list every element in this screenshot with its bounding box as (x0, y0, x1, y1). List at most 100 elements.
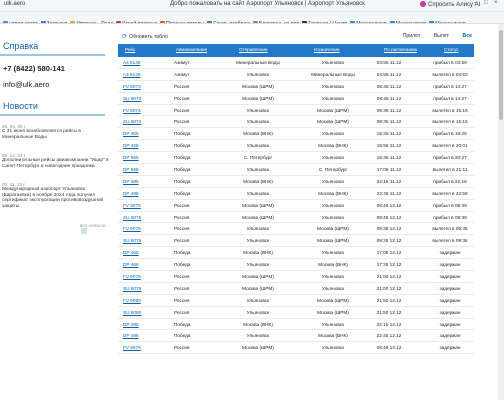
flight-number[interactable]: FV 6076 (123, 226, 141, 231)
table-row[interactable]: FV 6074 Россия Ульяновск Москва (ШРМ) 09:35 … (118, 105, 474, 117)
flight-number[interactable]: DP 465 (123, 131, 139, 136)
col-status[interactable]: Статус (444, 47, 459, 52)
news-item[interactable]: 05. 12. 24 г. Дополнительные рейсы авиак… (2, 153, 110, 169)
table-row[interactable]: DP 466 Победа Ульяновск Москва (ВНК) 17:35 1… (118, 259, 474, 272)
flight-number[interactable]: DP 565 (123, 155, 139, 160)
maximize-button[interactable]: □ (484, 0, 488, 6)
tab-arrivals[interactable]: Прилет (403, 33, 421, 39)
url-field[interactable]: ulk.aero (4, 1, 25, 7)
table-row[interactable]: FV 6073 Россия Москва (ШРМ) Ульяновск 08:45 … (118, 81, 474, 93)
airline: Победа (174, 131, 191, 137)
flight-number[interactable]: DP 466 (123, 262, 139, 267)
table-row[interactable]: DP 485 Победа Москва (ВНК) Ульяновск 22:15 1… (118, 319, 474, 331)
news-text[interactable]: Дополнительные рейсы авиакомпании "Ицар"… (2, 158, 110, 169)
news-text[interactable]: Международный аэропорт Ульяновск (Барата… (2, 187, 110, 209)
all-news-link[interactable]: все новости (80, 223, 112, 234)
scheduled-time: 09:35 12.12 (376, 238, 402, 244)
table-row[interactable]: SU 6073 Россия Москва (ШРМ) Ульяновск 08:45 … (118, 93, 474, 105)
scheduled-time: 08:45 11.12 (376, 83, 402, 89)
close-button[interactable]: × (494, 0, 498, 6)
bookmarks-bar: новая стати Загрузки Упрвада - Реда Какой п… (0, 12, 504, 24)
refresh-label: Обновить табло (129, 34, 168, 40)
flight-number[interactable]: SU 6076 (123, 238, 141, 243)
scrollbar-thumb[interactable] (499, 30, 503, 120)
departure-city: Минеральные Воды (236, 60, 280, 65)
destination-city: Ульяновск (321, 321, 345, 327)
table-row[interactable]: DP 485 Победа Москва (ВНК) Ульяновск 22:15 1… (118, 176, 474, 188)
flight-number[interactable]: DP 485 (123, 322, 139, 327)
airline: Россия (174, 95, 190, 101)
scheduled-time: 03:55 11.12 (376, 60, 402, 65)
flight-number[interactable]: SU 6075 (123, 215, 141, 220)
flight-number[interactable]: FV 6074 (123, 108, 141, 113)
tab-departures[interactable]: Вылет (434, 33, 449, 39)
flight-number[interactable]: A4 6135 (123, 60, 140, 65)
table-row[interactable]: DP 486 Победа Ульяновск Москва (ВНК) 22:45 1… (118, 188, 474, 200)
table-row[interactable]: DP 566 Победа Ульяновск С. Петербург 17:05 1… (118, 164, 474, 176)
scrollbar[interactable] (498, 24, 504, 400)
minimize-button[interactable]: – (474, 0, 477, 6)
table-row[interactable]: DP 565 Победа С. Петербург Ульяновск 16:35 1… (118, 152, 474, 165)
flight-number[interactable]: SU 6079 (123, 286, 141, 291)
scheduled-time: 17:05 11.12 (376, 167, 402, 173)
departure-city: Ульяновск (246, 119, 270, 125)
news-item[interactable]: 03. 11. 24 г. Международный аэропорт Уль… (2, 182, 110, 209)
table-row[interactable]: DP 465 Победа Москва (ВНК) Ульяновск 17:05 1… (118, 247, 474, 260)
table-row[interactable]: SU 6075 Россия Москва (ШРМ) Ульяновск 08:45 … (118, 212, 474, 224)
flight-status: задержан (439, 262, 461, 268)
table-row[interactable]: A4 6135 Азимут Минеральные Воды Ульяновск 03… (118, 57, 474, 69)
table-row[interactable]: SU 6074 Россия Ульяновск Москва (ШРМ) 09:35 … (118, 116, 474, 129)
flight-number[interactable]: DP 466 (123, 143, 139, 148)
flight-number[interactable]: FV 6075 (123, 203, 141, 208)
flight-number[interactable]: SU 6080 (123, 310, 141, 315)
table-row[interactable]: DP 466 Победа Ульяновск Москва (ВНК) 15:55 1… (118, 140, 474, 153)
table-row[interactable]: SU 6080 Россия Ульяновск Москва (ШРМ) 21:50 … (118, 307, 474, 319)
table-row[interactable]: FV 6075 Россия Москва (ШРМ) Ульяновск 08:45 … (118, 200, 474, 212)
scheduled-time: 22:45 12.12 (376, 333, 402, 339)
scheduled-time: 15:25 11.12 (376, 131, 402, 137)
tab-all[interactable]: Все (462, 33, 472, 39)
destination-city: Москва (ШРМ) (317, 297, 349, 303)
refresh-button[interactable]: ⟳ Обновить табло (122, 33, 168, 40)
table-row[interactable]: DP 465 Победа Москва (ВНК) Ульяновск 15:25 1… (118, 128, 474, 141)
table-row[interactable]: SU 6076 Россия Ульяновск Москва (ШРМ) 09:35 … (118, 235, 474, 248)
flight-number[interactable]: DP 465 (123, 250, 139, 255)
col-departure[interactable]: Отправление (239, 47, 268, 52)
table-row[interactable]: SU 6079 Россия Москва (ШРМ) Ульяновск 21:00 … (118, 283, 474, 295)
destination-city: Ульяновск (321, 274, 345, 280)
departure-city: Ульяновск (246, 107, 270, 113)
flight-number[interactable]: A4 6136 (123, 72, 140, 77)
flight-number[interactable]: DP 486 (123, 333, 139, 338)
col-scheduled[interactable]: По расписанию (384, 47, 417, 52)
flight-number[interactable]: DP 486 (123, 191, 139, 196)
table-row[interactable]: FV 6079 Россия Москва (ШРМ) Ульяновск 21:00 … (118, 271, 474, 283)
refresh-icon: ⟳ (122, 34, 128, 40)
flight-number[interactable]: FV 6075 (123, 345, 141, 350)
browser-address-bar: ulk.aero Добро пожаловать на сайт Аэропо… (0, 0, 504, 12)
flight-number[interactable]: DP 566 (123, 167, 139, 172)
col-airline[interactable]: Авиакомпания (176, 47, 207, 52)
flight-number[interactable]: SU 6073 (123, 96, 141, 101)
flight-number[interactable]: FV 6079 (123, 274, 141, 279)
table-row[interactable]: A4 6136 Азимут Ульяновск Минеральные Воды 04… (118, 69, 474, 81)
table-row[interactable]: FV 6075 Россия Москва (ШРМ) Ульяновск 08:45 … (118, 342, 474, 355)
board-tabs: Прилет Вылет Все (391, 33, 472, 39)
col-destination[interactable]: Назначение (314, 47, 340, 52)
phone-number[interactable]: +7 (8422) 580-141 (3, 64, 65, 73)
flight-status: задержан (439, 345, 461, 351)
destination-city: Москва (ВНК) (318, 143, 348, 149)
table-row[interactable]: DP 486 Победа Ульяновск Москва (ВНК) 22:45 1… (118, 330, 474, 343)
email-link[interactable]: info@ulk.aero (3, 80, 49, 89)
col-flight[interactable]: Рейс (125, 47, 135, 52)
table-row[interactable]: FV 6076 Россия Ульяновск Москва (ШРМ) 09:35 … (118, 223, 474, 236)
news-item[interactable]: 26. 04. 25 г. С 31 июня возобновляется р… (2, 124, 110, 140)
flight-number[interactable]: DP 485 (123, 179, 139, 184)
alice-button[interactable]: Спросить Алису AI (420, 1, 480, 8)
news-text[interactable]: С 31 июня возобновляется рейсы в Минерал… (2, 129, 110, 140)
table-row[interactable]: FV 6080 Россия Ульяновск Москва (ШРМ) 21:50 … (118, 295, 474, 307)
departure-city: Ульяновск (246, 297, 270, 303)
flight-board: ⟳ Обновить табло Прилет Вылет Все Рейс Ав… (116, 24, 504, 400)
flight-number[interactable]: FV 6080 (123, 298, 141, 303)
flight-number[interactable]: SU 6074 (123, 119, 141, 124)
flight-number[interactable]: FV 6073 (123, 84, 141, 89)
